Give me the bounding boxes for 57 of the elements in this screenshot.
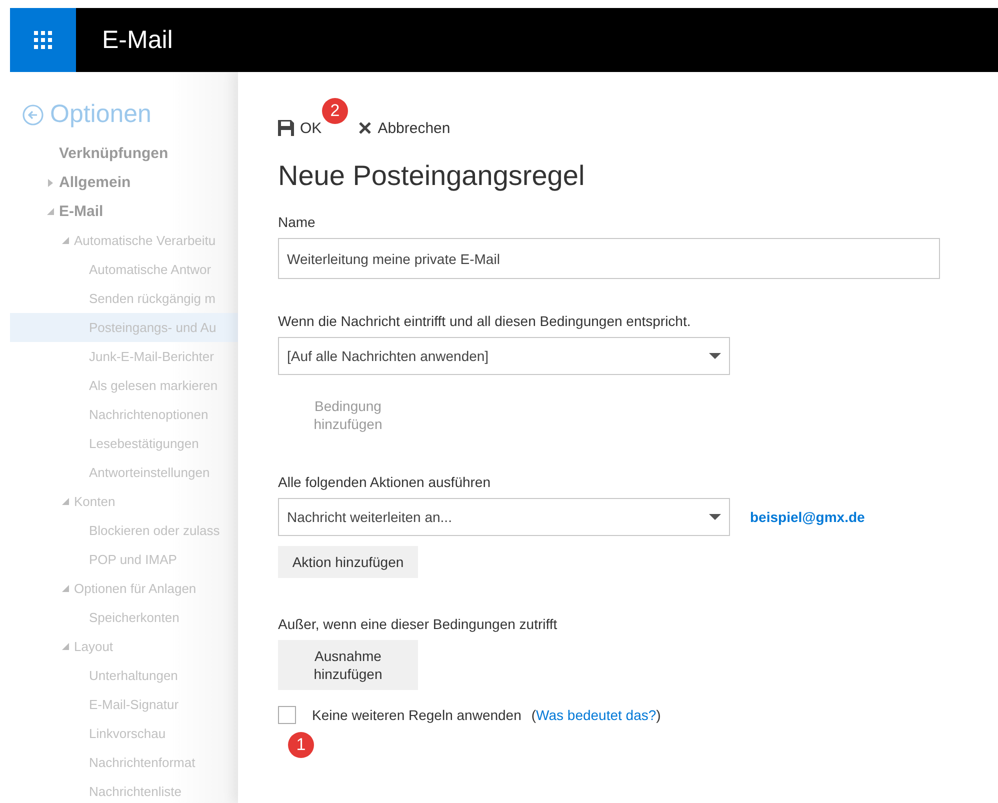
nav-item[interactable]: Junk-E-Mail-Berichter	[89, 349, 214, 364]
add-button[interactable]: Ausnahme hinzufügen	[278, 640, 418, 690]
expanded-arrow-icon[interactable]	[46, 208, 54, 215]
field-label: Wenn die Nachricht eintrifft und all diesen Bedingungen entspricht.	[278, 313, 692, 329]
checkbox[interactable]	[278, 706, 296, 724]
name-input-field[interactable]: Weiterleitung meine private E-Mail	[278, 238, 940, 279]
field-label: Außer, wenn eine dieser Bedingungen zutrifft	[278, 616, 558, 632]
nav-item[interactable]: Lesebestätigungen	[89, 436, 199, 451]
nav-item[interactable]: POP und IMAP	[89, 552, 177, 567]
app-title: E-Mail	[102, 26, 173, 54]
dropdown[interactable]: Nachricht weiterleiten an...	[278, 498, 730, 536]
dropdown[interactable]: [Auf alle Nachrichten anwenden]	[278, 337, 730, 375]
nav-item[interactable]: Nachrichtenliste	[89, 784, 182, 799]
nav-item[interactable]: Unterhaltungen	[89, 668, 178, 683]
nav-item[interactable]: Speicherkonten	[89, 610, 180, 625]
ok-button[interactable]: OK	[278, 120, 322, 136]
nav-item[interactable]: Blockieren oder zulass	[89, 523, 220, 538]
nav-item[interactable]: Automatische Verarbeitu	[74, 233, 216, 248]
nav-item[interactable]: E-Mail-Signatur	[89, 697, 179, 712]
nav-item[interactable]: Konten	[74, 494, 116, 509]
field-label: Alle folgenden Aktionen ausführen	[278, 474, 492, 490]
back-icon[interactable]	[22, 104, 44, 126]
expanded-arrow-icon[interactable]	[62, 585, 68, 592]
app-launcher-button[interactable]	[10, 8, 76, 72]
help-note: (Was bedeutet das?)	[531, 707, 661, 723]
nav-item[interactable]: Allgemein	[59, 174, 131, 191]
close-icon	[358, 121, 372, 135]
grid-icon	[34, 31, 52, 49]
nav-item[interactable]: Antworteinstellungen	[89, 465, 210, 480]
email-link[interactable]: beispiel@gmx.de	[750, 509, 865, 525]
save-icon	[278, 120, 294, 136]
caret-icon	[709, 353, 721, 359]
collapsed-arrow-icon[interactable]	[48, 178, 52, 186]
nav-item[interactable]: Als gelesen markieren	[89, 378, 218, 393]
nav-item[interactable]: Verknüpfungen	[59, 145, 168, 162]
nav-item[interactable]: Automatische Antwor	[89, 262, 212, 277]
nav-item[interactable]: Nachrichtenoptionen	[89, 407, 208, 422]
help-link[interactable]: Was bedeutet das?	[536, 707, 656, 723]
nav-item[interactable]: Optionen für Anlagen	[74, 581, 196, 596]
nav-item[interactable]: Senden rückgängig m	[89, 291, 216, 306]
nav-item[interactable]: Nachrichtenformat	[89, 755, 196, 770]
nav-item[interactable]: Linkvorschau	[89, 726, 166, 741]
caret-icon	[709, 514, 721, 520]
add-button[interactable]: Aktion hinzufügen	[278, 546, 418, 578]
nav-item[interactable]: Layout	[74, 639, 114, 654]
checkbox-label: Keine weiteren Regeln anwenden	[312, 707, 522, 723]
expanded-arrow-icon[interactable]	[62, 237, 68, 244]
callout-badge: 1	[288, 732, 314, 758]
cancel-button[interactable]: Abbrechen	[358, 120, 450, 136]
callout-badge: 2	[322, 98, 348, 124]
expanded-arrow-icon[interactable]	[62, 643, 68, 650]
expanded-arrow-icon[interactable]	[62, 498, 68, 505]
nav-item[interactable]: Posteingangs- und Au	[89, 320, 216, 335]
form-title: Neue Posteingangsregel	[278, 160, 586, 192]
options-title: Optionen	[50, 100, 152, 129]
field-label: Name	[278, 214, 316, 230]
nav-item[interactable]: E-Mail	[59, 203, 104, 220]
